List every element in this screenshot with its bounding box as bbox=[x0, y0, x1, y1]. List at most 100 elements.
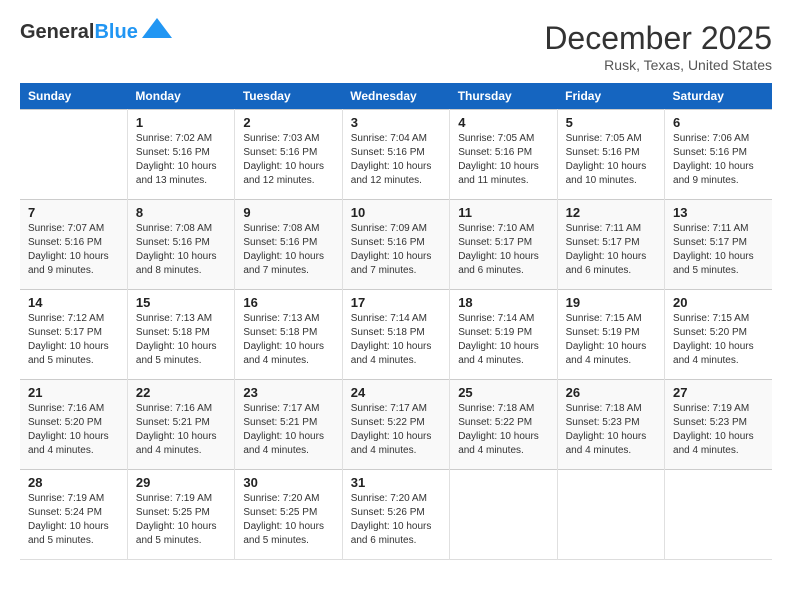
day-number: 22 bbox=[136, 385, 226, 400]
day-number: 18 bbox=[458, 295, 548, 310]
calendar-cell: 14Sunrise: 7:12 AM Sunset: 5:17 PM Dayli… bbox=[20, 290, 127, 380]
day-info: Sunrise: 7:02 AM Sunset: 5:16 PM Dayligh… bbox=[136, 132, 226, 188]
calendar-cell: 23 Sunrise: 7:17 AM Sunset: 5:21 PM Dayli… bbox=[235, 380, 342, 470]
day-number: 24 bbox=[351, 385, 441, 400]
calendar-cell: 29 Sunrise: 7:19 AM Sunset: 5:25 PM Dayli… bbox=[127, 470, 234, 560]
calendar-cell: 27 Sunrise: 7:19 AM Sunset: 5:23 PM Dayli… bbox=[665, 380, 772, 470]
day-number: 2 bbox=[243, 115, 333, 130]
day-info: Sunrise: 7:08 AM Sunset: 5:16 PM Dayligh… bbox=[136, 222, 226, 278]
day-number: 6 bbox=[673, 115, 764, 130]
calendar-cell bbox=[20, 110, 127, 200]
calendar-cell: 15 Sunrise: 7:13 AM Sunset: 5:18 PM Dayli… bbox=[127, 290, 234, 380]
day-number: 28 bbox=[28, 475, 119, 490]
day-number: 11 bbox=[458, 205, 548, 220]
col-header-sunday: Sunday bbox=[20, 83, 127, 110]
calendar-cell: 3 Sunrise: 7:04 AM Sunset: 5:16 PM Daylig… bbox=[342, 110, 449, 200]
calendar-cell bbox=[665, 470, 772, 560]
day-number: 10 bbox=[351, 205, 441, 220]
col-header-saturday: Saturday bbox=[665, 83, 772, 110]
day-number: 16 bbox=[243, 295, 333, 310]
week-row-3: 14Sunrise: 7:12 AM Sunset: 5:17 PM Dayli… bbox=[20, 290, 772, 380]
day-info: Sunrise: 7:13 AM Sunset: 5:18 PM Dayligh… bbox=[136, 312, 226, 368]
month-title: December 2025 bbox=[544, 20, 772, 57]
day-number: 17 bbox=[351, 295, 441, 310]
calendar-cell: 1Sunrise: 7:02 AM Sunset: 5:16 PM Daylig… bbox=[127, 110, 234, 200]
calendar-cell: 6 Sunrise: 7:06 AM Sunset: 5:16 PM Daylig… bbox=[665, 110, 772, 200]
day-number: 29 bbox=[136, 475, 226, 490]
day-number: 19 bbox=[566, 295, 656, 310]
day-number: 12 bbox=[566, 205, 656, 220]
week-row-2: 7Sunrise: 7:07 AM Sunset: 5:16 PM Daylig… bbox=[20, 200, 772, 290]
calendar-cell: 4 Sunrise: 7:05 AM Sunset: 5:16 PM Daylig… bbox=[450, 110, 557, 200]
day-info: Sunrise: 7:12 AM Sunset: 5:17 PM Dayligh… bbox=[28, 312, 119, 368]
day-info: Sunrise: 7:05 AM Sunset: 5:16 PM Dayligh… bbox=[458, 132, 548, 188]
day-number: 21 bbox=[28, 385, 119, 400]
day-number: 9 bbox=[243, 205, 333, 220]
day-info: Sunrise: 7:09 AM Sunset: 5:16 PM Dayligh… bbox=[351, 222, 441, 278]
calendar-cell: 30Sunrise: 7:20 AM Sunset: 5:25 PM Dayli… bbox=[235, 470, 342, 560]
day-number: 23 bbox=[243, 385, 333, 400]
day-number: 27 bbox=[673, 385, 764, 400]
day-info: Sunrise: 7:16 AM Sunset: 5:21 PM Dayligh… bbox=[136, 402, 226, 458]
week-row-5: 28 Sunrise: 7:19 AM Sunset: 5:24 PM Dayli… bbox=[20, 470, 772, 560]
day-number: 31 bbox=[351, 475, 441, 490]
day-info: Sunrise: 7:06 AM Sunset: 5:16 PM Dayligh… bbox=[673, 132, 764, 188]
calendar-cell bbox=[450, 470, 557, 560]
day-number: 7 bbox=[28, 205, 119, 220]
col-header-friday: Friday bbox=[557, 83, 664, 110]
calendar-cell: 20Sunrise: 7:15 AM Sunset: 5:20 PM Dayli… bbox=[665, 290, 772, 380]
day-info: Sunrise: 7:14 AM Sunset: 5:19 PM Dayligh… bbox=[458, 312, 548, 368]
calendar-cell: 31 Sunrise: 7:20 AM Sunset: 5:26 PM Dayli… bbox=[342, 470, 449, 560]
week-row-4: 21 Sunrise: 7:16 AM Sunset: 5:20 PM Dayli… bbox=[20, 380, 772, 470]
calendar-cell: 18 Sunrise: 7:14 AM Sunset: 5:19 PM Dayli… bbox=[450, 290, 557, 380]
col-header-wednesday: Wednesday bbox=[342, 83, 449, 110]
day-number: 4 bbox=[458, 115, 548, 130]
day-info: Sunrise: 7:19 AM Sunset: 5:25 PM Dayligh… bbox=[136, 492, 226, 548]
calendar-cell: 5Sunrise: 7:05 AM Sunset: 5:16 PM Daylig… bbox=[557, 110, 664, 200]
day-info: Sunrise: 7:19 AM Sunset: 5:24 PM Dayligh… bbox=[28, 492, 119, 548]
day-info: Sunrise: 7:17 AM Sunset: 5:21 PM Dayligh… bbox=[243, 402, 333, 458]
calendar-cell: 19Sunrise: 7:15 AM Sunset: 5:19 PM Dayli… bbox=[557, 290, 664, 380]
col-header-tuesday: Tuesday bbox=[235, 83, 342, 110]
calendar-cell: 16 Sunrise: 7:13 AM Sunset: 5:18 PM Dayli… bbox=[235, 290, 342, 380]
day-info: Sunrise: 7:04 AM Sunset: 5:16 PM Dayligh… bbox=[351, 132, 441, 188]
page-header: General Blue December 2025 Rusk, Texas, … bbox=[20, 20, 772, 73]
calendar-cell: 8Sunrise: 7:08 AM Sunset: 5:16 PM Daylig… bbox=[127, 200, 234, 290]
calendar-cell: 24 Sunrise: 7:17 AM Sunset: 5:22 PM Dayli… bbox=[342, 380, 449, 470]
logo-icon bbox=[142, 18, 172, 38]
day-info: Sunrise: 7:14 AM Sunset: 5:18 PM Dayligh… bbox=[351, 312, 441, 368]
day-info: Sunrise: 7:10 AM Sunset: 5:17 PM Dayligh… bbox=[458, 222, 548, 278]
day-info: Sunrise: 7:05 AM Sunset: 5:16 PM Dayligh… bbox=[566, 132, 656, 188]
calendar-cell: 9 Sunrise: 7:08 AM Sunset: 5:16 PM Daylig… bbox=[235, 200, 342, 290]
day-info: Sunrise: 7:03 AM Sunset: 5:16 PM Dayligh… bbox=[243, 132, 333, 188]
logo: General Blue bbox=[20, 20, 172, 45]
day-info: Sunrise: 7:08 AM Sunset: 5:16 PM Dayligh… bbox=[243, 222, 333, 278]
week-row-1: 1Sunrise: 7:02 AM Sunset: 5:16 PM Daylig… bbox=[20, 110, 772, 200]
calendar-cell: 2 Sunrise: 7:03 AM Sunset: 5:16 PM Daylig… bbox=[235, 110, 342, 200]
title-section: December 2025 Rusk, Texas, United States bbox=[544, 20, 772, 73]
calendar-cell: 25Sunrise: 7:18 AM Sunset: 5:22 PM Dayli… bbox=[450, 380, 557, 470]
day-info: Sunrise: 7:11 AM Sunset: 5:17 PM Dayligh… bbox=[566, 222, 656, 278]
calendar-cell: 13 Sunrise: 7:11 AM Sunset: 5:17 PM Dayli… bbox=[665, 200, 772, 290]
day-info: Sunrise: 7:20 AM Sunset: 5:26 PM Dayligh… bbox=[351, 492, 441, 548]
logo-blue: Blue bbox=[94, 21, 137, 44]
day-info: Sunrise: 7:11 AM Sunset: 5:17 PM Dayligh… bbox=[673, 222, 764, 278]
day-number: 15 bbox=[136, 295, 226, 310]
calendar-cell: 22 Sunrise: 7:16 AM Sunset: 5:21 PM Dayli… bbox=[127, 380, 234, 470]
logo-general: General bbox=[20, 21, 94, 44]
day-info: Sunrise: 7:18 AM Sunset: 5:22 PM Dayligh… bbox=[458, 402, 548, 458]
calendar-cell: 26Sunrise: 7:18 AM Sunset: 5:23 PM Dayli… bbox=[557, 380, 664, 470]
calendar-table: SundayMondayTuesdayWednesdayThursdayFrid… bbox=[20, 83, 772, 560]
day-info: Sunrise: 7:16 AM Sunset: 5:20 PM Dayligh… bbox=[28, 402, 119, 458]
calendar-cell: 7Sunrise: 7:07 AM Sunset: 5:16 PM Daylig… bbox=[20, 200, 127, 290]
calendar-cell: 21 Sunrise: 7:16 AM Sunset: 5:20 PM Dayli… bbox=[20, 380, 127, 470]
day-number: 3 bbox=[351, 115, 441, 130]
day-info: Sunrise: 7:19 AM Sunset: 5:23 PM Dayligh… bbox=[673, 402, 764, 458]
day-info: Sunrise: 7:17 AM Sunset: 5:22 PM Dayligh… bbox=[351, 402, 441, 458]
day-number: 13 bbox=[673, 205, 764, 220]
day-number: 26 bbox=[566, 385, 656, 400]
day-info: Sunrise: 7:13 AM Sunset: 5:18 PM Dayligh… bbox=[243, 312, 333, 368]
day-number: 20 bbox=[673, 295, 764, 310]
calendar-cell: 28 Sunrise: 7:19 AM Sunset: 5:24 PM Dayli… bbox=[20, 470, 127, 560]
calendar-cell: 11 Sunrise: 7:10 AM Sunset: 5:17 PM Dayli… bbox=[450, 200, 557, 290]
